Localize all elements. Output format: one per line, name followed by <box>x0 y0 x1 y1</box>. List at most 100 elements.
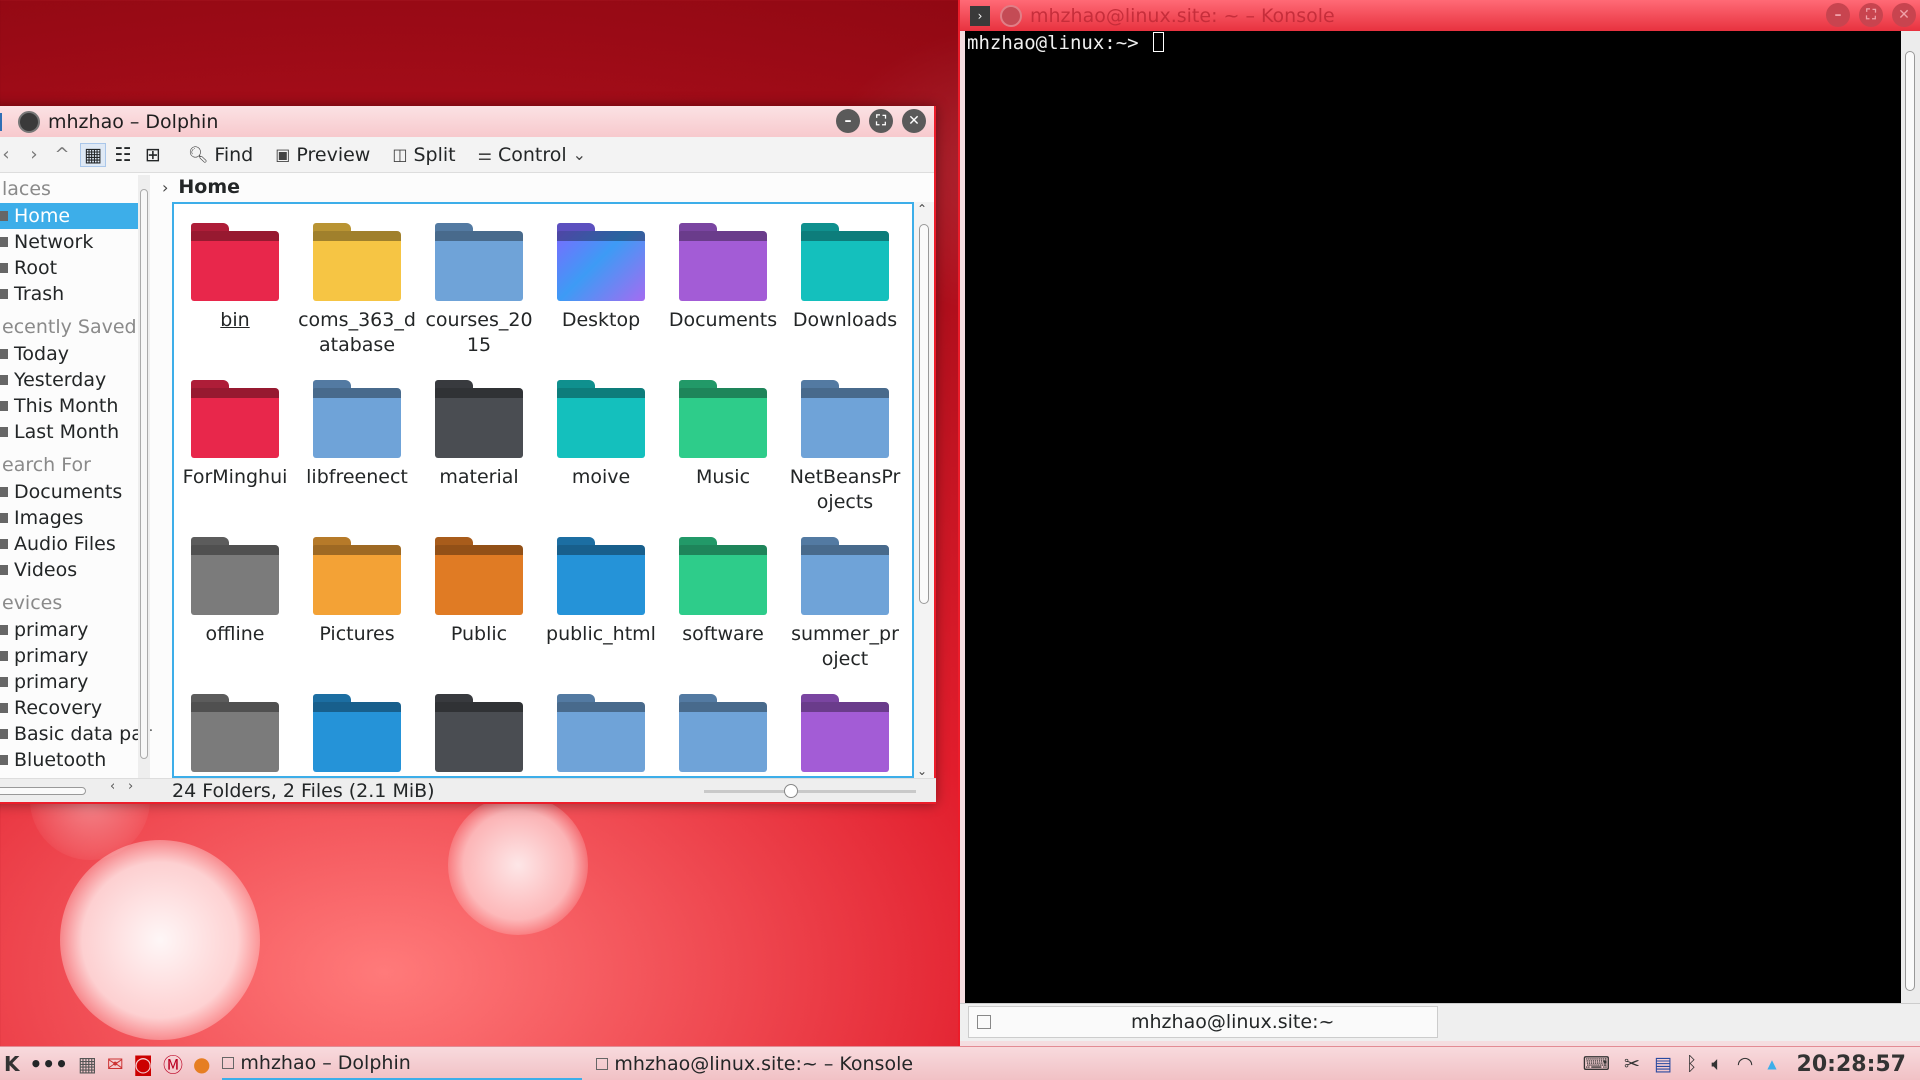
zoom-slider[interactable] <box>704 784 916 798</box>
keyboard-icon[interactable]: ⌨ <box>1583 1053 1610 1075</box>
details-view-button[interactable]: ⊞ <box>140 143 166 167</box>
places-item[interactable]: Basic data part <box>0 721 152 747</box>
folder-item[interactable] <box>174 689 296 776</box>
places-item[interactable]: Bluetooth <box>0 747 152 773</box>
preview-button[interactable]: ▣ Preview <box>275 144 370 166</box>
folder-item[interactable]: NetBeansProjects <box>784 375 906 532</box>
dolphin-app-icon[interactable] <box>18 110 40 133</box>
up-button[interactable]: ^ <box>48 144 76 165</box>
browser-m-icon[interactable]: Ⓜ <box>163 1049 183 1078</box>
application-launcher-icon[interactable]: K <box>4 1052 20 1076</box>
places-item[interactable]: This Month <box>0 393 152 419</box>
folder-item[interactable]: public_html <box>540 532 662 689</box>
places-item[interactable]: Network <box>0 229 152 255</box>
folder-item[interactable]: material <box>418 375 540 532</box>
scrollbar-thumb[interactable] <box>1905 51 1915 991</box>
clock[interactable]: 20:28:57 <box>1797 1052 1906 1077</box>
folder-item[interactable]: Desktop <box>540 218 662 375</box>
folder-item[interactable]: Pictures <box>296 532 418 689</box>
places-item[interactable]: Audio Files <box>0 531 152 557</box>
places-item[interactable]: Last Month <box>0 419 152 445</box>
breadcrumb[interactable]: › Home <box>162 176 240 198</box>
places-item[interactable]: primary <box>0 643 152 669</box>
flag-icon[interactable]: ◙ <box>134 1052 153 1076</box>
folder-item[interactable]: bin <box>174 218 296 375</box>
terminal-scrollbar[interactable] <box>1901 31 1920 1003</box>
places-hscrollbar[interactable]: ‹ › <box>0 779 152 803</box>
wifi-icon[interactable]: ◠ <box>1737 1053 1754 1075</box>
scrollbar-thumb[interactable] <box>919 224 929 604</box>
places-item[interactable]: primary <box>0 669 152 695</box>
folder-item[interactable] <box>540 689 662 776</box>
folder-item[interactable]: Public <box>418 532 540 689</box>
folder-item[interactable] <box>418 689 540 776</box>
folder-item[interactable] <box>662 689 784 776</box>
folder-item[interactable]: software <box>662 532 784 689</box>
scroll-up-arrow[interactable]: ⌃ <box>917 202 927 216</box>
find-button[interactable]: 🔍︎ Find <box>188 144 253 166</box>
scrollbar-thumb[interactable] <box>0 786 86 795</box>
close-button[interactable]: ✕ <box>902 109 926 133</box>
folder-item[interactable]: libfreenect <box>296 375 418 532</box>
back-button[interactable]: ‹ <box>0 144 20 165</box>
folder-item[interactable]: courses_2015 <box>418 218 540 375</box>
places-item[interactable]: Videos <box>0 557 152 583</box>
folder-item[interactable] <box>296 689 418 776</box>
maximize-button[interactable]: ⛶ <box>869 109 893 133</box>
tools-icon[interactable]: ✂ <box>1624 1053 1640 1075</box>
mail-icon[interactable]: ✉ <box>107 1052 124 1076</box>
minimize-button[interactable]: – <box>836 109 860 133</box>
close-button[interactable]: ✕ <box>1892 3 1916 27</box>
maximize-button[interactable]: ⛶ <box>1859 3 1883 27</box>
icons-view-button[interactable]: ▦ <box>80 142 106 167</box>
terminal-icon[interactable]: › <box>970 5 990 26</box>
task-dolphin[interactable]: mhzhao – Dolphin <box>222 1048 583 1080</box>
places-item[interactable]: Root <box>0 255 152 281</box>
folder-item[interactable]: Documents <box>662 218 784 375</box>
scroll-right-arrow[interactable]: › <box>128 779 133 794</box>
places-item[interactable]: Documents <box>0 479 152 505</box>
folder-item[interactable]: summer_project <box>784 532 906 689</box>
folder-item[interactable]: ForMinghui <box>174 375 296 532</box>
folder-item[interactable]: Music <box>662 375 784 532</box>
scroll-left-arrow[interactable]: ‹ <box>110 779 115 794</box>
konsole-app-icon[interactable] <box>1000 4 1022 27</box>
split-button[interactable]: ◫ Split <box>392 144 455 166</box>
volume-icon[interactable]: 🔈︎ <box>1711 1053 1722 1075</box>
compact-view-button[interactable]: ☷ <box>110 143 136 167</box>
dolphin-titlebar[interactable]: mhzhao – Dolphin – ⛶ ✕ <box>0 106 934 137</box>
places-item[interactable]: Trash <box>0 281 152 307</box>
scroll-down-arrow[interactable]: ⌄ <box>917 764 927 778</box>
places-scrollbar[interactable] <box>138 175 150 778</box>
terminal-area[interactable]: mhzhao@linux:~> <box>965 31 1901 1003</box>
task-konsole[interactable]: mhzhao@linux.site:~ – Konsole <box>596 1048 936 1080</box>
firefox-icon[interactable]: ● <box>193 1052 210 1076</box>
folder-item[interactable]: coms_363_database <box>296 218 418 375</box>
bluetooth-icon[interactable]: ᛒ <box>1686 1053 1697 1075</box>
pager-icon[interactable]: ▦ <box>78 1052 97 1076</box>
places-item[interactable]: Home <box>0 203 138 229</box>
konsole-tab[interactable]: mhzhao@linux.site:~ <box>968 1006 1438 1038</box>
breadcrumb-home[interactable]: Home <box>178 176 240 198</box>
file-view-scrollbar[interactable]: ⌃ ⌄ <box>914 202 934 778</box>
scrollbar-thumb[interactable] <box>140 189 148 759</box>
tray-expand-icon[interactable]: ▲ <box>1767 1057 1776 1071</box>
us-flag-icon[interactable]: ▤ <box>1654 1053 1672 1075</box>
forward-button[interactable]: › <box>20 144 48 165</box>
zoom-slider-handle[interactable] <box>784 784 798 798</box>
folder-item[interactable]: offline <box>174 532 296 689</box>
folder-item[interactable] <box>784 689 906 776</box>
places-item-label: Yesterday <box>14 369 107 391</box>
konsole-titlebar[interactable]: › mhzhao@linux.site: ~ – Konsole – ⛶ ✕ <box>960 0 1920 31</box>
places-item[interactable]: Yesterday <box>0 367 152 393</box>
folder-item[interactable]: Downloads <box>784 218 906 375</box>
control-menu-button[interactable]: ⚌ Control ⌄ <box>478 144 586 166</box>
more-dots-icon[interactable]: ••• <box>30 1052 68 1076</box>
minimize-button[interactable]: – <box>1826 3 1850 27</box>
file-view[interactable]: bin coms_363_database courses_2015 Desktop D… <box>172 202 914 778</box>
places-item[interactable]: Recovery <box>0 695 152 721</box>
folder-item[interactable]: moive <box>540 375 662 532</box>
places-item[interactable]: Images <box>0 505 152 531</box>
places-item[interactable]: Today <box>0 341 152 367</box>
places-item[interactable]: primary <box>0 617 152 643</box>
